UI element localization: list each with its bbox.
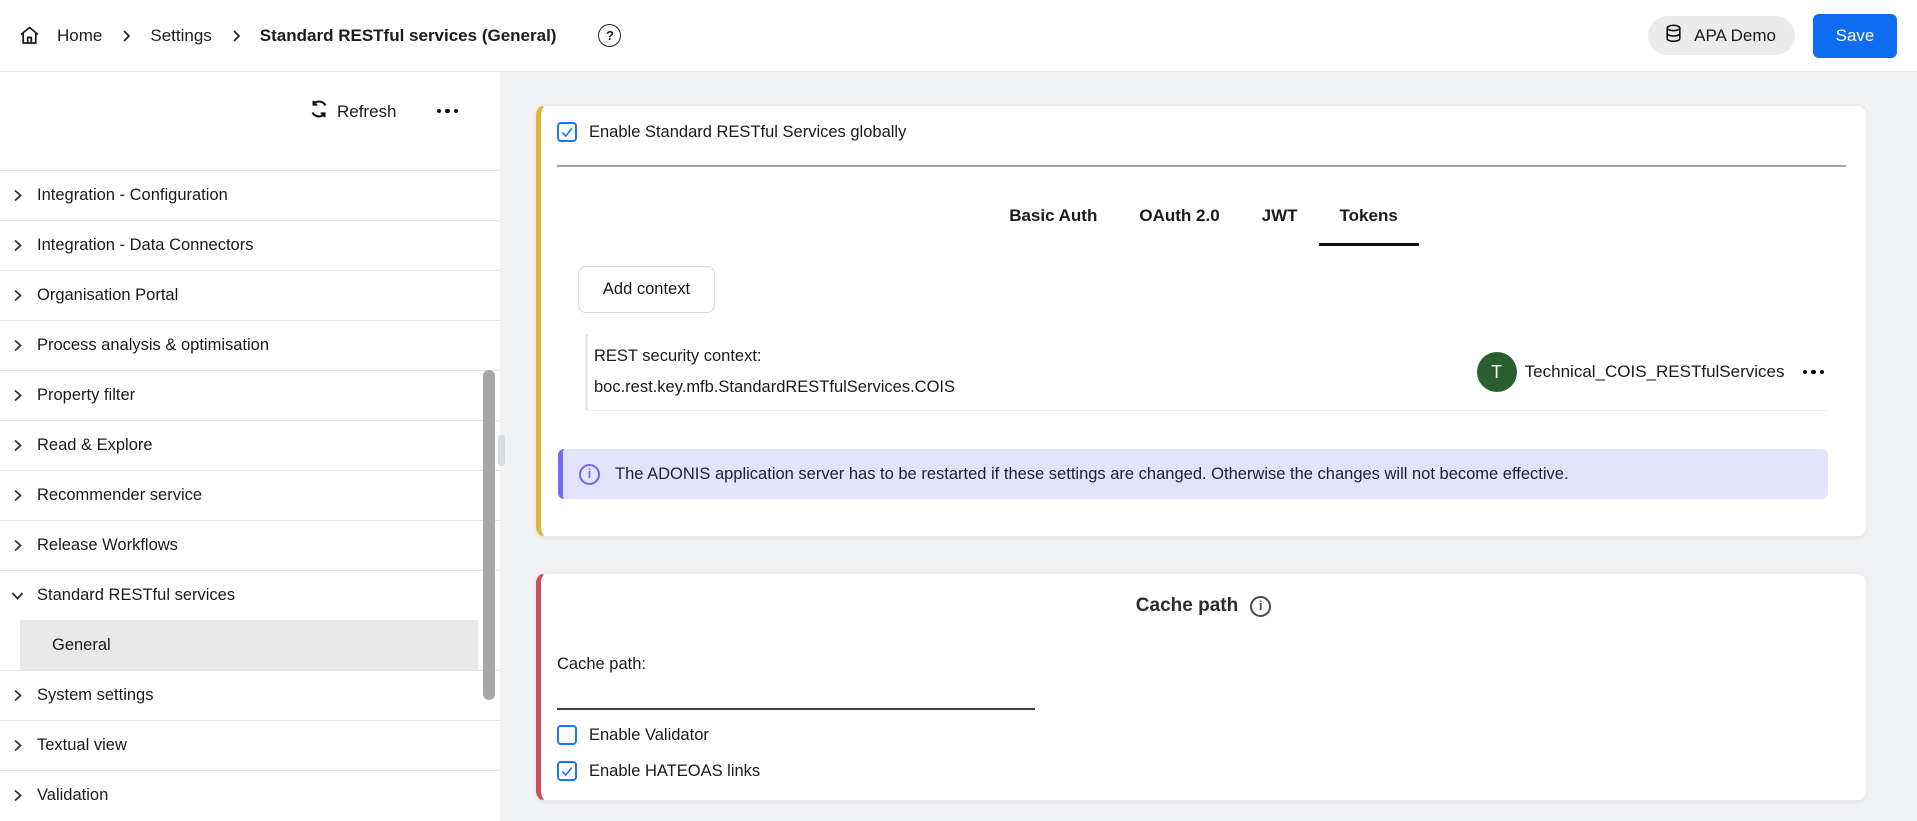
sidebar-item-label: Standard RESTful services xyxy=(37,586,235,605)
sidebar-item-organisation-portal[interactable]: Organisation Portal xyxy=(0,270,500,320)
sidebar-item-validation[interactable]: Validation xyxy=(0,770,500,820)
enable-rest-globally-label: Enable Standard RESTful Services globall… xyxy=(589,123,906,142)
chevron-down-icon xyxy=(10,588,25,603)
cache-path-heading: Cache path xyxy=(1136,595,1238,617)
tab-basic-auth[interactable]: Basic Auth xyxy=(988,186,1118,246)
sidebar-item-general-selected[interactable]: General xyxy=(20,620,478,670)
chevron-right-icon xyxy=(10,488,25,503)
repository-badge-label: APA Demo xyxy=(1694,26,1776,46)
sidebar-header: Refresh xyxy=(0,72,500,170)
sidebar-item-label: System settings xyxy=(37,686,153,705)
chevron-right-icon xyxy=(10,788,25,803)
cache-path-label: Cache path: xyxy=(557,655,646,674)
sidebar-item-label: Property filter xyxy=(37,386,135,405)
sidebar-item-read-explore[interactable]: Read & Explore xyxy=(0,420,500,470)
section-divider xyxy=(557,165,1846,167)
chevron-right-icon xyxy=(10,338,25,353)
topbar-actions: APA Demo Save xyxy=(1648,14,1897,58)
tab-jwt[interactable]: JWT xyxy=(1241,186,1319,246)
top-bar: Home Settings Standard RESTful services … xyxy=(0,0,1917,72)
sidebar-item-standard-restful-services[interactable]: Standard RESTful services xyxy=(0,570,500,620)
context-user-name: Technical_COIS_RESTfulServices xyxy=(1525,362,1785,382)
sidebar-item-label: Organisation Portal xyxy=(37,286,178,305)
enable-hateoas-links-label: Enable HATEOAS links xyxy=(589,762,760,781)
sidebar-item-integration-data-connectors[interactable]: Integration - Data Connectors xyxy=(0,220,500,270)
checkbox-checked-icon[interactable] xyxy=(557,122,577,142)
page-title: Standard RESTful services (General) xyxy=(260,26,557,46)
chevron-right-icon xyxy=(10,688,25,703)
refresh-label: Refresh xyxy=(337,102,397,122)
sidebar-item-label: Read & Explore xyxy=(37,436,153,455)
save-button[interactable]: Save xyxy=(1813,14,1897,58)
breadcrumb-home[interactable]: Home xyxy=(57,26,102,46)
sidebar-more-icon[interactable] xyxy=(437,100,459,122)
refresh-icon xyxy=(310,100,328,123)
checkbox-checked-icon[interactable] xyxy=(557,761,577,781)
sidebar-item-release-workflows[interactable]: Release Workflows xyxy=(0,520,500,570)
sidebar-item-label: Release Workflows xyxy=(37,536,178,555)
sidebar-item-label: Textual view xyxy=(37,736,127,755)
settings-panel: Enable Standard RESTful Services globall… xyxy=(500,72,1917,821)
chevron-right-icon xyxy=(118,28,134,44)
page-scrollbar-thumb[interactable] xyxy=(498,435,505,466)
rest-services-card: Enable Standard RESTful Services globall… xyxy=(536,105,1867,537)
chevron-right-icon xyxy=(10,238,25,253)
home-icon[interactable] xyxy=(18,24,41,47)
context-user-block: T Technical_COIS_RESTfulServices xyxy=(1477,352,1824,392)
sidebar-item-property-filter[interactable]: Property filter xyxy=(0,370,500,420)
breadcrumb: Home Settings Standard RESTful services … xyxy=(18,24,621,47)
enable-validator-label: Enable Validator xyxy=(589,726,709,745)
auth-tabs: Basic Auth OAuth 2.0 JWT Tokens xyxy=(541,186,1866,246)
help-icon[interactable]: ? xyxy=(598,24,621,47)
enable-rest-globally-row[interactable]: Enable Standard RESTful Services globall… xyxy=(557,122,906,142)
context-more-icon[interactable] xyxy=(1803,361,1825,383)
sidebar-item-label: Validation xyxy=(37,786,108,805)
restart-notice-text: The ADONIS application server has to be … xyxy=(615,465,1569,484)
tab-oauth-2-0[interactable]: OAuth 2.0 xyxy=(1118,186,1240,246)
cache-path-card: Cache path i Cache path: Enable Validato… xyxy=(536,573,1867,801)
enable-validator-row[interactable]: Enable Validator xyxy=(557,725,709,745)
chevron-right-icon xyxy=(228,28,244,44)
refresh-button[interactable]: Refresh xyxy=(310,100,397,123)
enable-hateoas-links-row[interactable]: Enable HATEOAS links xyxy=(557,761,760,781)
settings-sidebar: Refresh Integration - Configuration Inte… xyxy=(0,72,500,821)
context-key-block: REST security context: boc.rest.key.mfb.… xyxy=(594,341,955,403)
context-label: REST security context: xyxy=(594,341,955,372)
sidebar-item-textual-view[interactable]: Textual view xyxy=(0,720,500,770)
settings-tree: Integration - Configuration Integration … xyxy=(0,170,500,820)
sidebar-item-process-analysis-optimisation[interactable]: Process analysis & optimisation xyxy=(0,320,500,370)
checkbox-unchecked-icon[interactable] xyxy=(557,725,577,745)
sidebar-item-system-settings[interactable]: System settings xyxy=(0,670,500,720)
repository-badge[interactable]: APA Demo xyxy=(1648,16,1795,55)
avatar: T xyxy=(1477,352,1517,392)
chevron-right-icon xyxy=(10,188,25,203)
context-key: boc.rest.key.mfb.StandardRESTfulServices… xyxy=(594,372,955,403)
chevron-right-icon xyxy=(10,288,25,303)
cache-path-input[interactable] xyxy=(557,680,1035,710)
add-context-button[interactable]: Add context xyxy=(578,266,715,313)
sidebar-item-label: Integration - Configuration xyxy=(37,186,228,205)
database-icon xyxy=(1663,23,1684,49)
info-icon[interactable]: i xyxy=(1250,596,1271,617)
chevron-right-icon xyxy=(10,738,25,753)
sidebar-item-label: Process analysis & optimisation xyxy=(37,336,269,355)
sidebar-item-label: Integration - Data Connectors xyxy=(37,236,253,255)
chevron-right-icon xyxy=(10,388,25,403)
sidebar-item-label: Recommender service xyxy=(37,486,202,505)
restart-notice-banner: i The ADONIS application server has to b… xyxy=(558,449,1828,499)
sidebar-item-label: General xyxy=(52,636,111,655)
chevron-right-icon xyxy=(10,538,25,553)
info-icon: i xyxy=(579,464,600,485)
sidebar-item-integration-configuration[interactable]: Integration - Configuration xyxy=(0,170,500,220)
sidebar-scrollbar-thumb[interactable] xyxy=(483,370,495,700)
cache-path-heading-row: Cache path i xyxy=(541,595,1866,617)
breadcrumb-settings[interactable]: Settings xyxy=(150,26,211,46)
tab-tokens[interactable]: Tokens xyxy=(1319,186,1419,246)
chevron-right-icon xyxy=(10,438,25,453)
rest-security-context-row[interactable]: REST security context: boc.rest.key.mfb.… xyxy=(585,334,1826,411)
sidebar-item-recommender-service[interactable]: Recommender service xyxy=(0,470,500,520)
